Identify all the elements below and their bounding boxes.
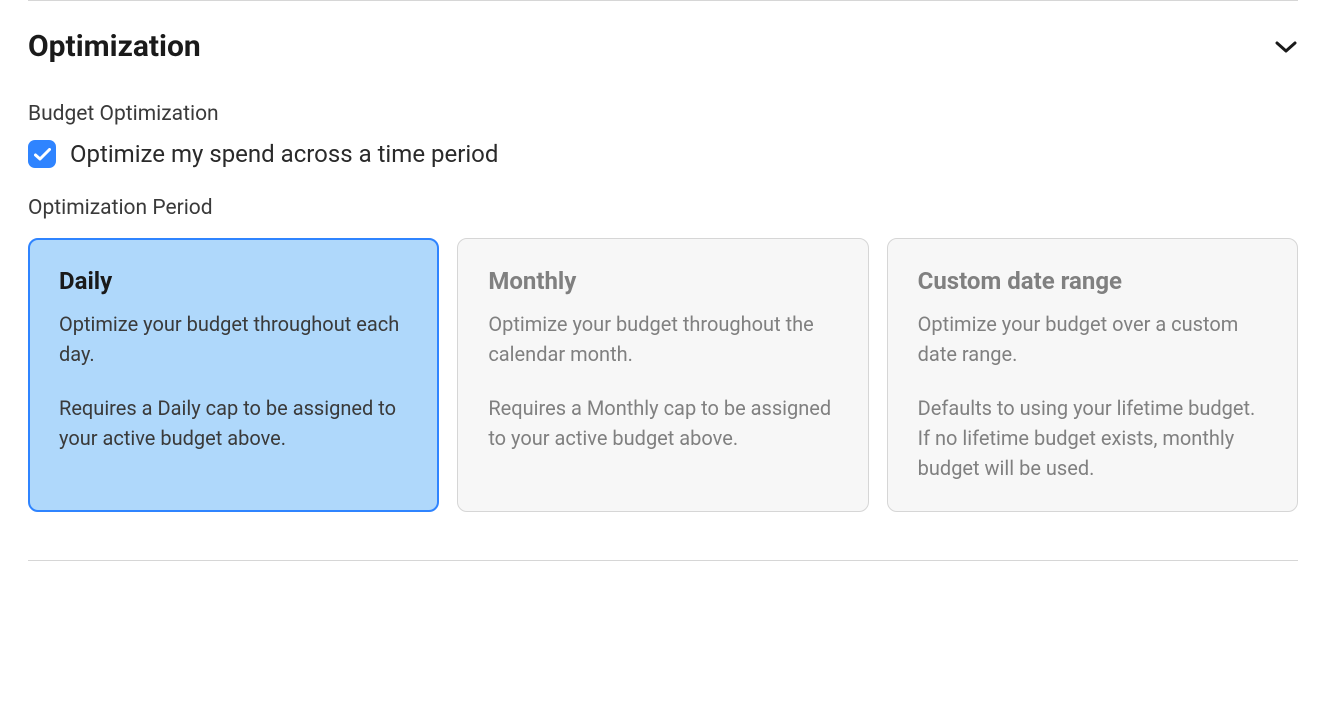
period-option-daily[interactable]: Daily Optimize your budget throughout ea… [28,238,439,512]
period-option-title: Daily [59,267,408,295]
period-option-custom-date-range[interactable]: Custom date range Optimize your budget o… [887,238,1298,512]
period-option-requirement: Requires a Daily cap to be assigned to y… [59,393,408,453]
budget-optimization-group: Budget Optimization Optimize my spend ac… [28,102,1298,168]
period-option-title: Monthly [488,267,837,295]
period-option-description: Optimize your budget over a custom date … [918,309,1267,369]
period-option-requirement: Defaults to using your lifetime budget. … [918,393,1267,483]
period-option-title: Custom date range [918,267,1267,295]
optimization-period-group: Optimization Period Daily Optimize your … [28,196,1298,512]
optimize-spend-row[interactable]: Optimize my spend across a time period [28,140,1298,168]
period-option-description: Optimize your budget throughout the cale… [488,309,837,369]
period-option-description: Optimize your budget throughout each day… [59,309,408,369]
budget-optimization-label: Budget Optimization [28,102,1298,126]
optimize-spend-label: Optimize my spend across a time period [70,140,498,168]
period-option-requirement: Requires a Monthly cap to be assigned to… [488,393,837,453]
period-option-monthly[interactable]: Monthly Optimize your budget throughout … [457,238,868,512]
section-title: Optimization [28,29,201,64]
bottom-divider [28,560,1298,561]
period-options-row: Daily Optimize your budget throughout ea… [28,238,1298,512]
section-header[interactable]: Optimization [28,1,1298,84]
optimize-spend-checkbox[interactable] [28,140,56,168]
chevron-down-icon [1274,35,1298,59]
optimization-period-label: Optimization Period [28,196,1298,220]
